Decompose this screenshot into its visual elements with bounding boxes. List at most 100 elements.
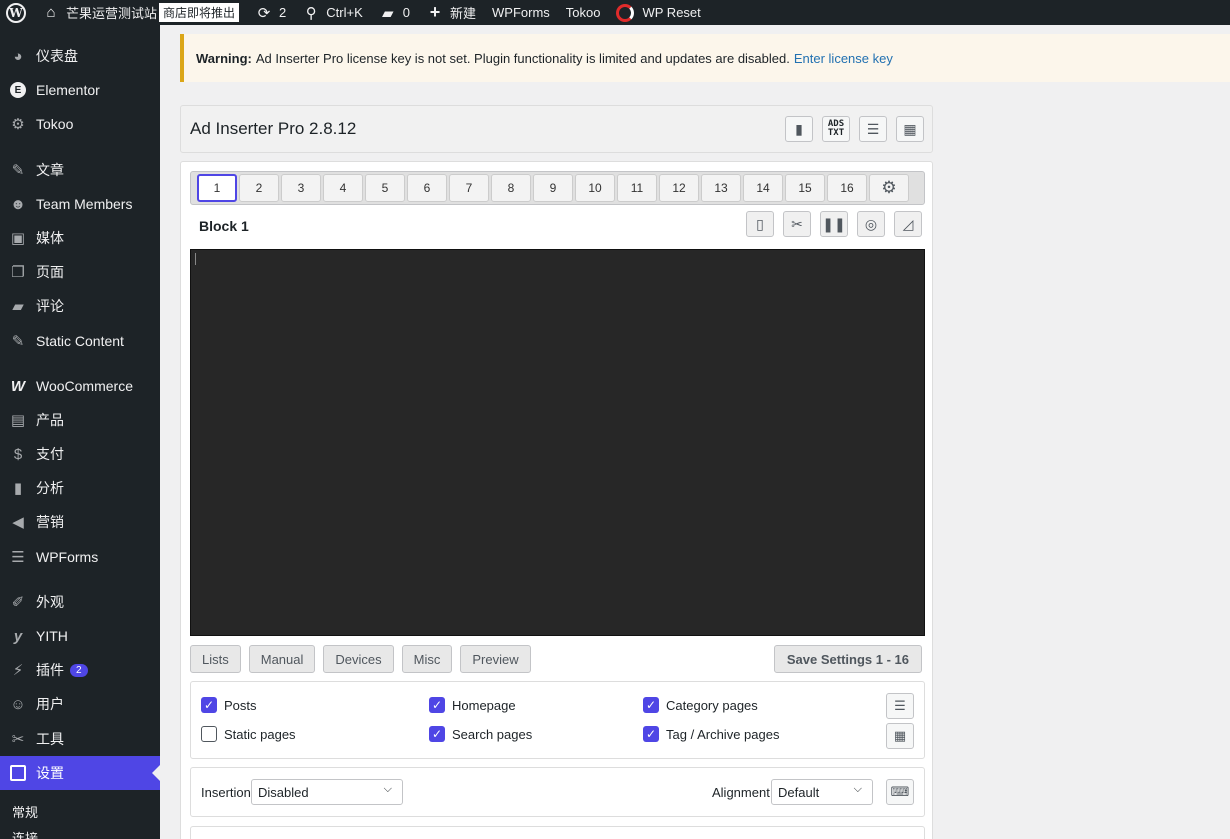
checkbox-search-pages[interactable]: ✓ Search pages [429,726,532,742]
archive-icon: ▤ [10,412,26,429]
sidebar-item-plugins[interactable]: ⚡ 插件 2 [0,653,160,687]
tab-block-3[interactable]: 3 [281,174,321,202]
code-editor[interactable] [190,249,925,636]
checkbox-posts[interactable]: ✓ Posts [201,697,257,713]
plugin-header: Ad Inserter Pro 2.8.12 ▮ ADS TXT ☰ ▦ [180,105,933,153]
settings-icon [8,763,28,783]
new-label: 新建 [449,6,476,21]
checkbox-label: Tag / Archive pages [666,726,780,742]
tab-general-settings[interactable]: ⚙ [869,174,909,202]
sidebar-item-static-content[interactable]: ✎ Static Content [0,324,160,358]
insertion-select[interactable]: Disabled ⌵ [251,779,403,805]
wp-reset-menu[interactable]: WP Reset [608,0,708,25]
wp-logo-menu[interactable]: W [0,0,34,25]
statistics-button[interactable]: ◿ [894,211,922,237]
sidebar-item-wpforms[interactable]: ☰ WPForms [0,540,160,574]
tab-block-9[interactable]: 9 [533,174,573,202]
tab-block-10[interactable]: 10 [575,174,615,202]
checkbox-tag-archive-pages[interactable]: ✓ Tag / Archive pages [643,726,779,742]
insertion-box: Insertion Disabled ⌵ Alignment Default ⌵… [190,767,925,817]
sidebar-item-tokoo[interactable]: ⚙ Tokoo [0,107,160,141]
tab-block-12[interactable]: 12 [659,174,699,202]
sidebar-item-payments[interactable]: $ 支付 [0,437,160,471]
new-content-menu[interactable]: + 新建 [418,0,484,25]
updates-menu[interactable]: ⟳ 2 [247,0,294,25]
checkbox-label: Search pages [452,726,533,742]
tab-block-6[interactable]: 6 [407,174,447,202]
keyboard-button[interactable]: ⌨ [886,779,914,805]
sidebar-item-label: Team Members [36,196,133,212]
enter-license-key-link[interactable]: Enter license key [794,51,893,66]
sidebar-item-media[interactable]: ▣ 媒体 [0,221,160,255]
plugins-update-badge: 2 [70,663,88,677]
misc-button[interactable]: Misc [401,645,453,673]
device-toggle-button[interactable]: ▯ [746,211,774,237]
submenu-item-general[interactable]: 常规 [0,799,160,823]
devices-button[interactable]: Devices [323,645,394,673]
tab-block-7[interactable]: 7 [449,174,489,202]
preview-button[interactable]: Preview [460,645,531,673]
tab-block-1[interactable]: 1 [197,174,237,202]
tab-block-4[interactable]: 4 [323,174,363,202]
sidebar-item-analytics[interactable]: ▮ 分析 [0,471,160,505]
sidebar-item-label: Tokoo [36,116,74,132]
wpforms-menu[interactable]: WPForms [484,0,558,25]
tracking-button[interactable]: ◎ [857,211,885,237]
comments-menu[interactable]: ▰ 0 [371,0,418,25]
sidebar-item-comments[interactable]: ▰ 评论 [0,289,160,323]
tab-block-8[interactable]: 8 [491,174,531,202]
sidebar-item-team-members[interactable]: ☻ Team Members [0,187,160,221]
alignment-select[interactable]: Default ⌵ [771,779,873,805]
sidebar-item-label: 页面 [36,264,64,280]
tab-block-15[interactable]: 15 [785,174,825,202]
sidebar-item-label: 外观 [36,594,64,610]
lists-button[interactable]: Lists [190,645,241,673]
submenu-item-connection[interactable]: 连接 [0,825,160,839]
checkbox-static-pages[interactable]: Static pages [201,726,296,742]
checkbox-category-pages[interactable]: ✓ Category pages [643,697,758,713]
megaphone-icon: ◀ [12,514,24,531]
site-name-menu[interactable]: ⌂ 芒果运营测试站 商店即将推出 [34,0,247,25]
sidebar-item-users[interactable]: ☺ 用户 [0,687,160,721]
sidebar-item-pages[interactable]: ❐ 页面 [0,255,160,289]
grid-view-button[interactable]: ▦ [896,116,924,142]
block-tabs: 1 2 3 4 5 6 7 8 9 10 11 12 13 14 15 16 ⚙ [190,171,925,205]
list-options-button[interactable]: ☰ [886,693,914,719]
save-settings-button[interactable]: Save Settings 1 - 16 [773,645,922,673]
sidebar-item-tools[interactable]: ✂ 工具 [0,722,160,756]
tools-button[interactable]: ✂ [783,211,811,237]
elementor-icon: E [8,80,28,100]
sidebar-item-posts[interactable]: ✎ 文章 [0,153,160,187]
sidebar-item-label: 媒体 [36,230,64,246]
pause-button[interactable]: ❚❚ [820,211,848,237]
tokoo-menu[interactable]: Tokoo [558,0,609,25]
sidebar-item-dashboard[interactable]: ◕ 仪表盘 [0,39,160,73]
sidebar-item-woocommerce[interactable]: W WooCommerce [0,369,160,403]
list-view-button[interactable]: ☰ [859,116,887,142]
search-menu[interactable]: ⚲ Ctrl+K [294,0,370,25]
documentation-button[interactable]: ▮ [785,116,813,142]
manual-button[interactable]: Manual [248,645,316,673]
checkbox-unchecked-icon [201,726,217,742]
store-coming-soon-badge[interactable]: 商店即将推出 [159,3,240,22]
sidebar-item-appearance[interactable]: ✐ 外观 [0,585,160,619]
tab-block-2[interactable]: 2 [239,174,279,202]
tab-block-14[interactable]: 14 [743,174,783,202]
sidebar-item-yith[interactable]: y YITH [0,619,160,653]
tab-block-13[interactable]: 13 [701,174,741,202]
sidebar-item-elementor[interactable]: E Elementor [0,73,160,107]
tab-block-11[interactable]: 11 [617,174,657,202]
sidebar-item-products[interactable]: ▤ 产品 [0,403,160,437]
chevron-down-icon: ⌵ [383,783,392,795]
tab-block-16[interactable]: 16 [827,174,867,202]
tab-block-5[interactable]: 5 [365,174,405,202]
sidebar-item-settings[interactable]: 设置 [0,756,160,790]
sidebar-item-marketing[interactable]: ◀ 营销 [0,505,160,539]
next-settings-box [190,826,925,839]
comment-icon: ▰ [381,4,394,22]
people-icon: ☻ [10,195,26,213]
checkbox-homepage[interactable]: ✓ Homepage [429,697,516,713]
ads-txt-button[interactable]: ADS TXT [822,116,850,142]
qr-code-button[interactable]: ▦ [886,723,914,749]
current-menu-arrow [152,765,160,781]
